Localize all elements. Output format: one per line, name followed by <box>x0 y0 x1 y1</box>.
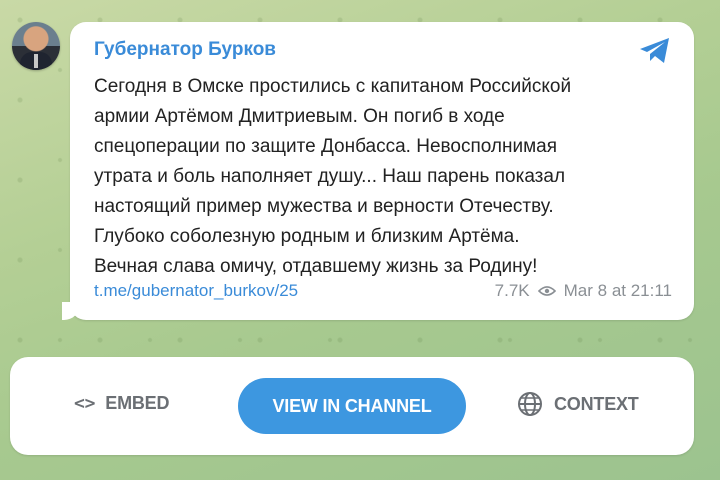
context-button[interactable]: CONTEXT <box>516 390 639 418</box>
view-in-channel-label: VIEW IN CHANNEL <box>272 395 432 416</box>
avatar[interactable] <box>12 22 60 70</box>
globe-icon <box>518 392 542 416</box>
view-in-channel-button[interactable]: VIEW IN CHANNEL <box>238 378 466 434</box>
context-label: CONTEXT <box>554 393 639 414</box>
message-text: Сегодня в Омске простились с капитаном Р… <box>94 76 572 277</box>
message-bubble: Губернатор Бурков Сегодня в Омске прости… <box>62 22 694 320</box>
view-count: 7.7K <box>494 281 530 300</box>
code-icon: <> <box>74 393 96 414</box>
post-link[interactable]: t.me/gubernator_burkov/25 <box>94 281 298 301</box>
message-meta: 7.7K Mar 8 at 21:11 <box>495 281 672 301</box>
embed-button[interactable]: <> EMBED <box>74 393 169 414</box>
action-bar: <> EMBED VIEW IN CHANNEL CONTEXT <box>10 357 694 455</box>
avatar-tie <box>34 54 38 68</box>
post-date: Mar 8 at 21:11 <box>563 281 672 300</box>
message-footer: t.me/gubernator_burkov/25 7.7K Mar 8 at … <box>94 278 672 304</box>
eye-icon <box>537 286 556 296</box>
author-name[interactable]: Губернатор Бурков <box>94 38 670 62</box>
embed-label: EMBED <box>105 393 170 413</box>
telegram-icon[interactable] <box>638 36 672 66</box>
